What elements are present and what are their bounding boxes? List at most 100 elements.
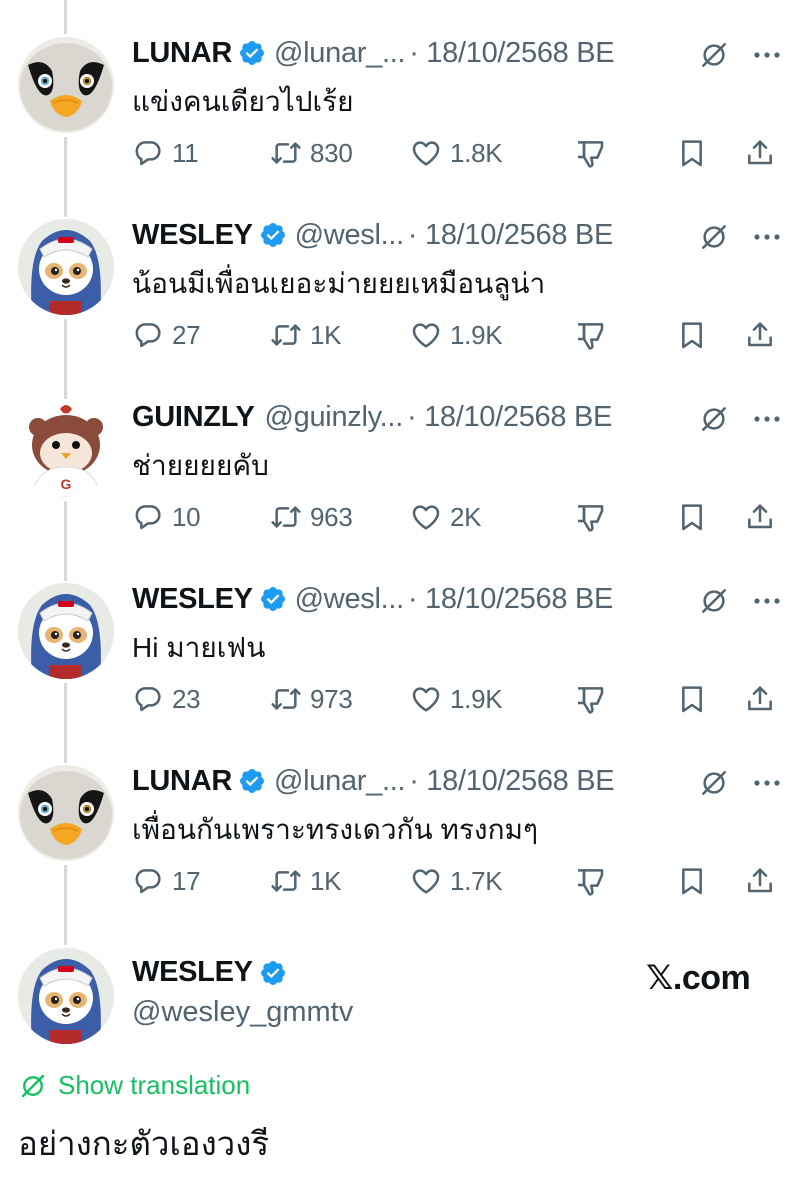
repost-count: 1K	[310, 865, 342, 896]
like-button[interactable]: 1.8K	[410, 133, 503, 173]
share-button[interactable]	[744, 679, 776, 719]
share-button[interactable]	[744, 497, 776, 537]
share-icon	[744, 865, 776, 897]
avatar[interactable]	[18, 948, 114, 1044]
repost-icon	[270, 319, 302, 351]
tweet[interactable]: WESLEY @wesl... · 18/10/2568 BE Hi มายเฟ…	[0, 546, 801, 728]
like-icon	[410, 137, 442, 169]
display-name[interactable]: LUNAR	[132, 765, 232, 798]
like-button[interactable]: 1.9K	[410, 315, 503, 355]
like-button[interactable]: 2K	[410, 497, 482, 537]
avatar[interactable]	[18, 219, 114, 315]
avatar[interactable]	[18, 37, 114, 133]
repost-count: 973	[310, 683, 353, 714]
show-translation-link[interactable]: Show translation	[18, 1070, 250, 1101]
bookmark-button[interactable]	[676, 861, 708, 901]
like-button[interactable]: 1.7K	[410, 861, 503, 901]
bookmark-icon	[676, 865, 708, 897]
reply-icon	[132, 501, 164, 533]
x-watermark: 𝕏.com	[646, 959, 751, 997]
timestamp[interactable]: · 18/10/2568 BE	[407, 401, 612, 434]
repost-count: 963	[310, 501, 353, 532]
repost-button[interactable]: 830	[270, 133, 353, 173]
dislike-button[interactable]	[574, 861, 606, 901]
repost-icon	[270, 501, 302, 533]
like-button[interactable]: 1.9K	[410, 679, 503, 719]
share-button[interactable]	[744, 133, 776, 173]
verified-badge-icon	[238, 39, 266, 67]
grok-icon[interactable]	[698, 403, 730, 435]
more-icon[interactable]	[752, 591, 782, 611]
reply-button[interactable]: 10	[132, 497, 201, 537]
dog-avatar-icon	[18, 219, 114, 315]
display-name[interactable]: WESLEY	[132, 956, 253, 989]
avatar[interactable]	[18, 583, 114, 679]
action-bar: 10 963 2K	[132, 497, 782, 537]
bookmark-button[interactable]	[676, 315, 708, 355]
tweet[interactable]: GUINZLY @guinzly... · 18/10/2568 BE ช่าย…	[0, 364, 801, 546]
more-icon[interactable]	[752, 227, 782, 247]
bookmark-button[interactable]	[676, 497, 708, 537]
grok-icon[interactable]	[698, 39, 730, 71]
grok-icon[interactable]	[698, 767, 730, 799]
share-icon	[744, 501, 776, 533]
tweet-text: ช่ายยยยคับ	[132, 450, 269, 481]
like-count: 1.9K	[450, 319, 503, 350]
action-bar: 11 830 1.8K	[132, 133, 782, 173]
display-name[interactable]: LUNAR	[132, 37, 232, 70]
handle[interactable]: @wesl...	[295, 583, 405, 616]
share-button[interactable]	[744, 315, 776, 355]
repost-button[interactable]: 973	[270, 679, 353, 719]
repost-button[interactable]: 963	[270, 497, 353, 537]
like-count: 1.7K	[450, 865, 503, 896]
timestamp[interactable]: · 18/10/2568 BE	[408, 219, 613, 252]
more-icon[interactable]	[752, 45, 782, 65]
handle[interactable]: @lunar_...	[274, 765, 406, 798]
handle[interactable]: @guinzly...	[265, 401, 404, 434]
avatar[interactable]	[18, 401, 114, 497]
more-icon[interactable]	[752, 773, 782, 793]
dislike-button[interactable]	[574, 315, 606, 355]
reply-count: 17	[172, 865, 201, 896]
timestamp[interactable]: · 18/10/2568 BE	[409, 765, 614, 798]
bookmark-button[interactable]	[676, 133, 708, 173]
reply-button[interactable]: 23	[132, 679, 201, 719]
dislike-button[interactable]	[574, 497, 606, 537]
handle[interactable]: @lunar_...	[274, 37, 406, 70]
reply-button[interactable]: 27	[132, 315, 201, 355]
reply-button[interactable]: 11	[132, 133, 199, 173]
timestamp[interactable]: · 18/10/2568 BE	[409, 37, 614, 70]
dislike-button[interactable]	[574, 133, 606, 173]
repost-button[interactable]: 1K	[270, 861, 342, 901]
tweet-header: LUNAR @lunar_... · 18/10/2568 BE	[132, 762, 615, 800]
tweet-header: GUINZLY @guinzly... · 18/10/2568 BE	[132, 398, 612, 436]
tweet-text: แข่งคนเดียวไปเร้ย	[132, 86, 354, 117]
share-button[interactable]	[744, 861, 776, 901]
display-name[interactable]: GUINZLY	[132, 401, 255, 434]
reply-count: 23	[172, 683, 201, 714]
reply-button[interactable]: 17	[132, 861, 201, 901]
handle[interactable]: @wesley_gmmtv	[132, 996, 353, 1029]
dislike-icon	[574, 501, 606, 533]
tweet-header: LUNAR @lunar_... · 18/10/2568 BE	[132, 34, 615, 72]
repost-button[interactable]: 1K	[270, 315, 342, 355]
timestamp[interactable]: · 18/10/2568 BE	[408, 583, 613, 616]
bookmark-button[interactable]	[676, 679, 708, 719]
like-icon	[410, 683, 442, 715]
tweet[interactable]: LUNAR @lunar_... · 18/10/2568 BE แข่งคนเ…	[0, 0, 801, 182]
tweet[interactable]: LUNAR @lunar_... · 18/10/2568 BE เพื่อนก…	[0, 728, 801, 910]
handle[interactable]: @wesl...	[295, 219, 405, 252]
grok-icon[interactable]	[698, 585, 730, 617]
dislike-button[interactable]	[574, 679, 606, 719]
like-icon	[410, 319, 442, 351]
dog-avatar-icon	[18, 583, 114, 679]
bookmark-icon	[676, 137, 708, 169]
display-name[interactable]: WESLEY	[132, 219, 253, 252]
avatar[interactable]	[18, 765, 114, 861]
main-tweet-header: WESLEY	[132, 956, 295, 989]
dislike-icon	[574, 683, 606, 715]
display-name[interactable]: WESLEY	[132, 583, 253, 616]
tweet[interactable]: WESLEY @wesl... · 18/10/2568 BE น้อนมีเพ…	[0, 182, 801, 364]
grok-icon[interactable]	[698, 221, 730, 253]
more-icon[interactable]	[752, 409, 782, 429]
